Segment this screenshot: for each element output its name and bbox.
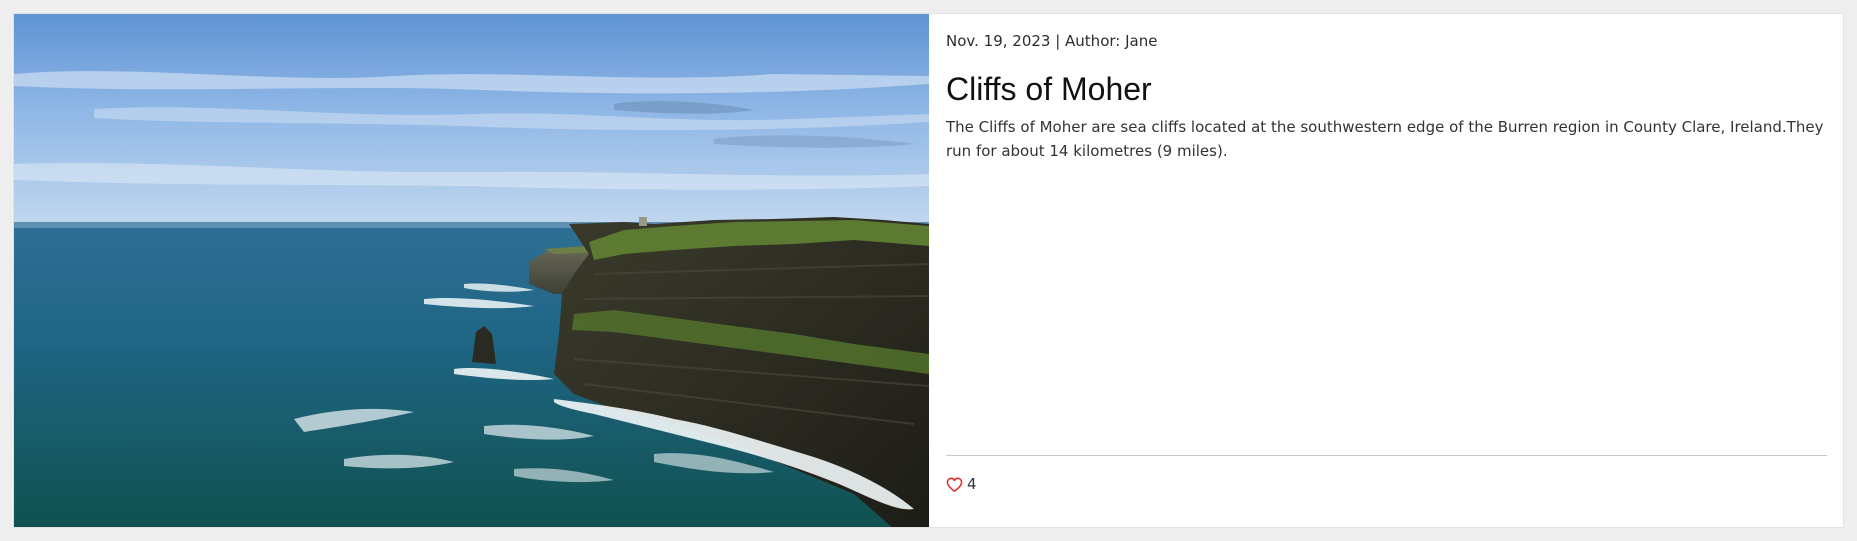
post-image[interactable] bbox=[14, 14, 929, 527]
heart-outline-icon[interactable] bbox=[946, 477, 963, 492]
post-card: Nov. 19, 2023 | Author: Jane Cliffs of M… bbox=[13, 13, 1844, 528]
divider bbox=[946, 455, 1827, 456]
cliffs-photo bbox=[14, 14, 929, 527]
like-button[interactable]: 4 bbox=[946, 475, 977, 493]
post-content: Nov. 19, 2023 | Author: Jane Cliffs of M… bbox=[929, 14, 1843, 527]
likes-count: 4 bbox=[967, 475, 977, 493]
post-description: The Cliffs of Moher are sea cliffs locat… bbox=[946, 118, 1824, 160]
post-title[interactable]: Cliffs of Moher bbox=[946, 71, 1152, 108]
post-meta: Nov. 19, 2023 | Author: Jane bbox=[946, 32, 1158, 50]
